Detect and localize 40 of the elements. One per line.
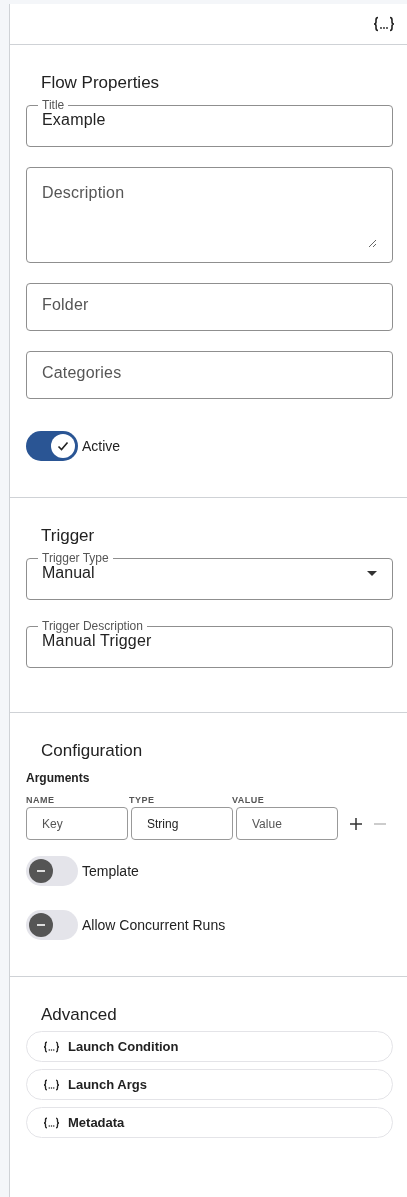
dropdown[interactable]: Trigger Type Manual bbox=[26, 552, 393, 600]
text-input[interactable]: Example bbox=[42, 111, 377, 129]
text-input[interactable]: Manual Trigger bbox=[42, 632, 377, 650]
text-input[interactable]: Description bbox=[42, 184, 377, 248]
text-area[interactable]: Description bbox=[26, 167, 393, 263]
section-title: Configuration bbox=[40, 741, 144, 761]
column-header: VALUE bbox=[232, 795, 266, 805]
code-button[interactable]: Launch Args bbox=[26, 1069, 393, 1100]
braces-icon bbox=[43, 1040, 60, 1053]
braces-icon bbox=[43, 1078, 60, 1091]
text-field[interactable]: Folder bbox=[26, 283, 393, 331]
key-field[interactable]: Key bbox=[26, 807, 128, 840]
text-field[interactable]: Categories bbox=[26, 351, 393, 399]
text-input[interactable]: Categories bbox=[42, 364, 377, 382]
section-title: Flow Properties bbox=[40, 73, 161, 93]
value-field[interactable]: Value bbox=[236, 807, 338, 840]
field-label: Trigger Description bbox=[41, 620, 144, 632]
check-icon bbox=[56, 439, 70, 453]
section-title: Trigger bbox=[40, 526, 96, 546]
toggle-label: Template bbox=[82, 863, 139, 879]
toggle-switch[interactable] bbox=[26, 910, 78, 940]
toggle-switch[interactable] bbox=[26, 856, 78, 886]
toggle-label: Active bbox=[82, 438, 121, 454]
arguments-label: Arguments bbox=[26, 771, 91, 785]
column-header: NAME bbox=[26, 795, 56, 805]
braces-icon bbox=[43, 1116, 60, 1129]
toggle-switch[interactable] bbox=[26, 431, 78, 461]
caret-icon bbox=[367, 570, 377, 576]
section-title: Advanced bbox=[40, 1005, 118, 1025]
code-button[interactable]: Metadata bbox=[26, 1107, 393, 1138]
braces-icon[interactable] bbox=[373, 16, 395, 32]
plus-icon[interactable] bbox=[350, 817, 362, 830]
text-field[interactable]: Trigger Description Manual Trigger bbox=[26, 620, 393, 668]
field-label: Title bbox=[41, 99, 66, 111]
code-button[interactable]: Launch Condition bbox=[26, 1031, 393, 1062]
text-field[interactable]: Title Example bbox=[26, 99, 393, 147]
toggle-label: Allow Concurrent Runs bbox=[82, 917, 226, 933]
type-field[interactable]: String bbox=[131, 807, 233, 840]
column-header: TYPE bbox=[129, 795, 156, 805]
text-input[interactable]: Folder bbox=[42, 296, 377, 314]
